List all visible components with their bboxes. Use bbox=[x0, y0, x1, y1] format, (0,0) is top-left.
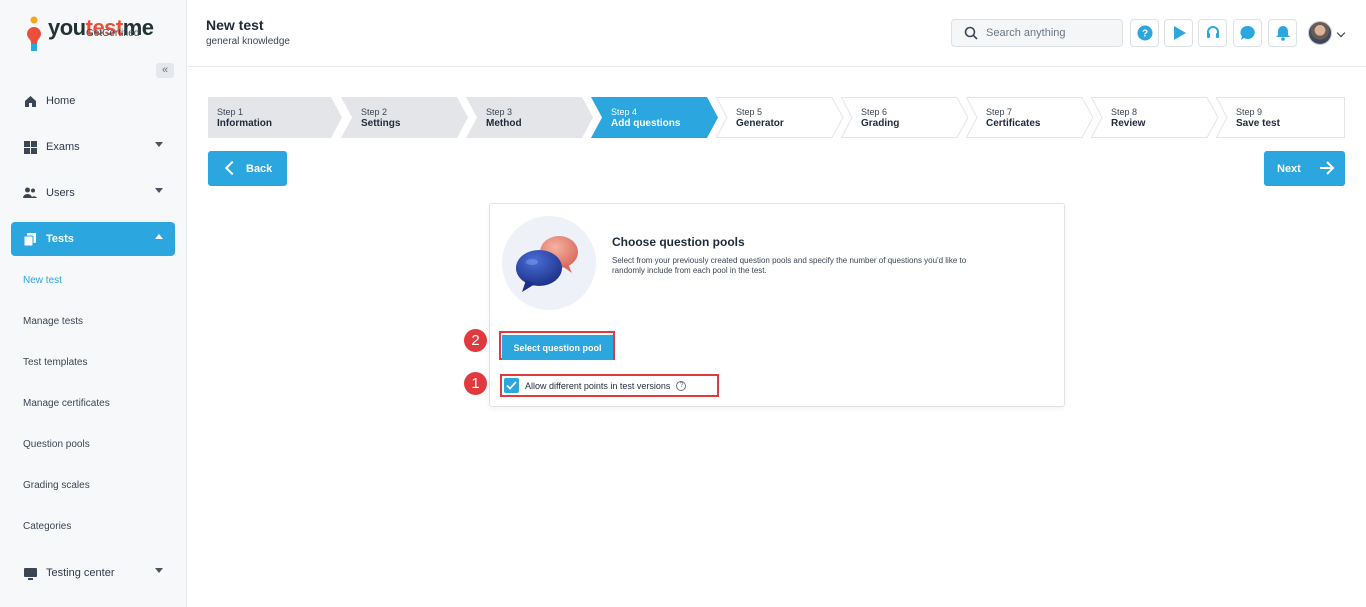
step-9[interactable]: Step 9 Save test bbox=[1216, 97, 1345, 138]
help-button[interactable]: ? bbox=[1130, 19, 1159, 47]
step-name: Certificates bbox=[986, 118, 1041, 129]
step-number: Step 1 bbox=[217, 107, 244, 117]
step-name: Settings bbox=[361, 118, 401, 129]
step-number: Step 7 bbox=[986, 107, 1013, 117]
search-input[interactable]: Search anything bbox=[951, 19, 1123, 47]
chevron-up-icon bbox=[155, 234, 163, 239]
svg-text:?: ? bbox=[1141, 29, 1147, 40]
checkmark-icon bbox=[506, 381, 517, 390]
users-icon bbox=[23, 186, 37, 200]
sidebar-item-label: Home bbox=[46, 95, 76, 107]
step-number: Step 5 bbox=[736, 107, 763, 117]
play-button[interactable] bbox=[1164, 19, 1193, 47]
sidebar-item-tests[interactable]: Tests bbox=[11, 222, 175, 256]
next-button[interactable]: Next bbox=[1264, 151, 1345, 186]
back-button[interactable]: Back bbox=[208, 151, 287, 186]
step-number: Step 3 bbox=[486, 107, 513, 117]
step-name: Information bbox=[217, 118, 272, 129]
help-icon: ? bbox=[1137, 25, 1152, 41]
logo-tagline: GetCertified bbox=[86, 28, 140, 39]
notifications-button[interactable] bbox=[1268, 19, 1297, 47]
step-1[interactable]: Step 1 Information bbox=[208, 97, 343, 138]
chat-icon bbox=[1240, 25, 1255, 40]
chevron-down-icon bbox=[155, 188, 163, 193]
step-number: Step 9 bbox=[1236, 107, 1263, 117]
testing-center-icon bbox=[23, 566, 37, 580]
exams-icon bbox=[23, 140, 37, 154]
step-3[interactable]: Step 3 Method bbox=[466, 97, 596, 138]
tests-icon bbox=[23, 232, 37, 246]
step-6[interactable]: Step 6 Grading bbox=[841, 97, 971, 138]
chevron-left-icon bbox=[224, 160, 240, 176]
sidebar-item-exams[interactable]: Exams bbox=[11, 130, 175, 164]
bell-icon bbox=[1275, 26, 1290, 41]
support-icon bbox=[1206, 26, 1219, 38]
sidebar-item-label: Users bbox=[46, 187, 75, 199]
sidebar-item-testing-center[interactable]: Testing center bbox=[11, 556, 175, 590]
step-5[interactable]: Step 5 Generator bbox=[716, 97, 846, 138]
collapse-sidebar-button[interactable]: « bbox=[156, 63, 174, 78]
top-header: New test general knowledge Search anythi… bbox=[188, 0, 1366, 67]
sidebar-item-label: Tests bbox=[46, 233, 74, 245]
home-icon bbox=[23, 94, 37, 108]
logo-icon bbox=[27, 16, 41, 51]
step-number: Step 6 bbox=[861, 107, 888, 117]
sidebar-subitem-manage-tests[interactable]: Manage tests bbox=[23, 316, 83, 327]
chevron-down-icon bbox=[155, 142, 163, 147]
sidebar-subitem-categories[interactable]: Categories bbox=[23, 521, 71, 532]
play-icon bbox=[1173, 26, 1186, 40]
step-2[interactable]: Step 2 Settings bbox=[341, 97, 471, 138]
sidebar: youtestme GetCertified « Home Exams User… bbox=[0, 0, 187, 607]
sidebar-subitem-test-templates[interactable]: Test templates bbox=[23, 357, 87, 368]
allow-different-points-checkbox-row[interactable]: Allow different points in test versions … bbox=[500, 374, 719, 397]
card-title: Choose question pools bbox=[612, 235, 745, 249]
checkbox-label: Allow different points in test versions bbox=[525, 380, 671, 391]
checkbox-checked[interactable] bbox=[504, 378, 519, 393]
sidebar-item-home[interactable]: Home bbox=[11, 84, 175, 118]
page-subtitle: general knowledge bbox=[206, 36, 290, 47]
sidebar-item-users[interactable]: Users bbox=[11, 176, 175, 210]
search-icon bbox=[964, 26, 978, 40]
step-name: Save test bbox=[1236, 118, 1280, 129]
card-description: Select from your previously created ques… bbox=[612, 256, 967, 275]
page-title: New test bbox=[206, 17, 264, 33]
speech-bubbles-icon bbox=[502, 216, 596, 310]
arrow-right-icon bbox=[1320, 161, 1335, 175]
step-name: Grading bbox=[861, 118, 900, 129]
sidebar-subitem-question-pools[interactable]: Question pools bbox=[23, 439, 90, 450]
select-question-pool-button[interactable]: Select question pool bbox=[502, 335, 613, 360]
chevron-down-icon bbox=[155, 568, 163, 573]
question-pools-card: Choose question pools Select from your p… bbox=[489, 203, 1065, 407]
step-4[interactable]: Step 4 Add questions bbox=[591, 97, 721, 138]
annotation-marker-2: 2 bbox=[464, 329, 487, 352]
sidebar-item-label: Exams bbox=[46, 141, 80, 153]
annotation-marker-1: 1 bbox=[464, 372, 487, 395]
step-number: Step 4 bbox=[611, 107, 638, 117]
step-8[interactable]: Step 8 Review bbox=[1091, 97, 1221, 138]
sidebar-subitem-grading-scales[interactable]: Grading scales bbox=[23, 480, 90, 491]
chat-button[interactable] bbox=[1233, 19, 1262, 47]
help-circle-icon[interactable]: ? bbox=[676, 380, 687, 391]
sidebar-item-label: Testing center bbox=[46, 567, 115, 579]
step-number: Step 2 bbox=[361, 107, 388, 117]
step-name: Generator bbox=[736, 118, 784, 129]
step-name: Add questions bbox=[611, 118, 681, 129]
back-label: Back bbox=[246, 162, 273, 175]
avatar[interactable] bbox=[1308, 21, 1332, 45]
wizard-stepper: Step 1 Information Step 2 Settings Step 3M… bbox=[208, 97, 1345, 138]
step-name: Review bbox=[1111, 118, 1146, 129]
chevron-down-icon[interactable] bbox=[1336, 28, 1346, 38]
support-button[interactable] bbox=[1198, 19, 1227, 47]
sidebar-subitem-manage-certificates[interactable]: Manage certificates bbox=[23, 398, 110, 409]
next-label: Next bbox=[1277, 162, 1301, 175]
search-placeholder: Search anything bbox=[986, 27, 1066, 39]
step-number: Step 8 bbox=[1111, 107, 1138, 117]
sidebar-subitem-new-test[interactable]: New test bbox=[23, 275, 62, 286]
step-7[interactable]: Step 7 Certificates bbox=[966, 97, 1096, 138]
step-name: Method bbox=[486, 118, 522, 129]
